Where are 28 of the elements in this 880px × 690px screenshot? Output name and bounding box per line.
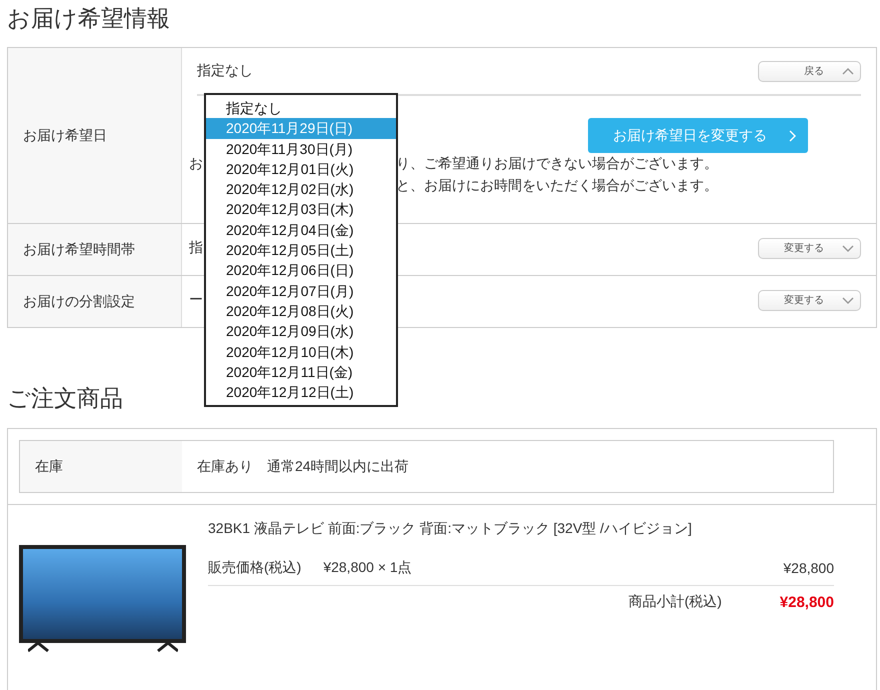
subtotal-price: ¥28,800 <box>780 594 834 610</box>
chevron-down-icon <box>842 244 854 252</box>
date-option[interactable]: 2020年11月30日(月) <box>206 138 396 159</box>
notice-text: お <box>189 155 203 171</box>
unit-price: ¥28,800 × 1点 <box>323 558 412 576</box>
price-label: 販売価格(税込) <box>208 558 302 576</box>
subtotal-label: 商品小計(税込) <box>628 593 722 611</box>
date-option[interactable]: 指定なし <box>206 98 396 118</box>
chevron-up-icon <box>842 68 854 74</box>
chevron-right-icon <box>789 130 796 142</box>
notice-text: り、ご希望通りお届けできない場合がございます。 <box>396 155 718 173</box>
product-name[interactable]: 32BK1 液晶テレビ 前面:ブラック 背面:マットブラック [32V型 /ハイビジョン] <box>208 516 728 540</box>
toggle-button[interactable]: 変更する <box>758 238 861 258</box>
chevron-down-icon <box>842 296 854 304</box>
toggle-button[interactable]: 戻る <box>758 60 861 82</box>
toggle-button[interactable]: 変更する <box>758 290 861 310</box>
row-label: お届けの分割設定 <box>8 276 182 327</box>
stock-label: 在庫 <box>20 441 182 492</box>
stock-value: 在庫あり 通常24時間以内に出荷 <box>196 456 409 476</box>
line-total: ¥28,800 <box>783 560 834 576</box>
row-value: 指 <box>189 239 203 257</box>
section-title: ご注文商品 <box>7 384 123 413</box>
notice-text: と、お届けにお時間をいただく場合がございます。 <box>396 177 718 195</box>
row-value: 指定なし <box>197 62 253 80</box>
section-title: お届け希望情報 <box>7 4 171 33</box>
row-label: お届け希望時間帯 <box>8 224 182 275</box>
row-label: お届け希望日 <box>8 48 182 223</box>
row-value: ー <box>189 291 203 309</box>
